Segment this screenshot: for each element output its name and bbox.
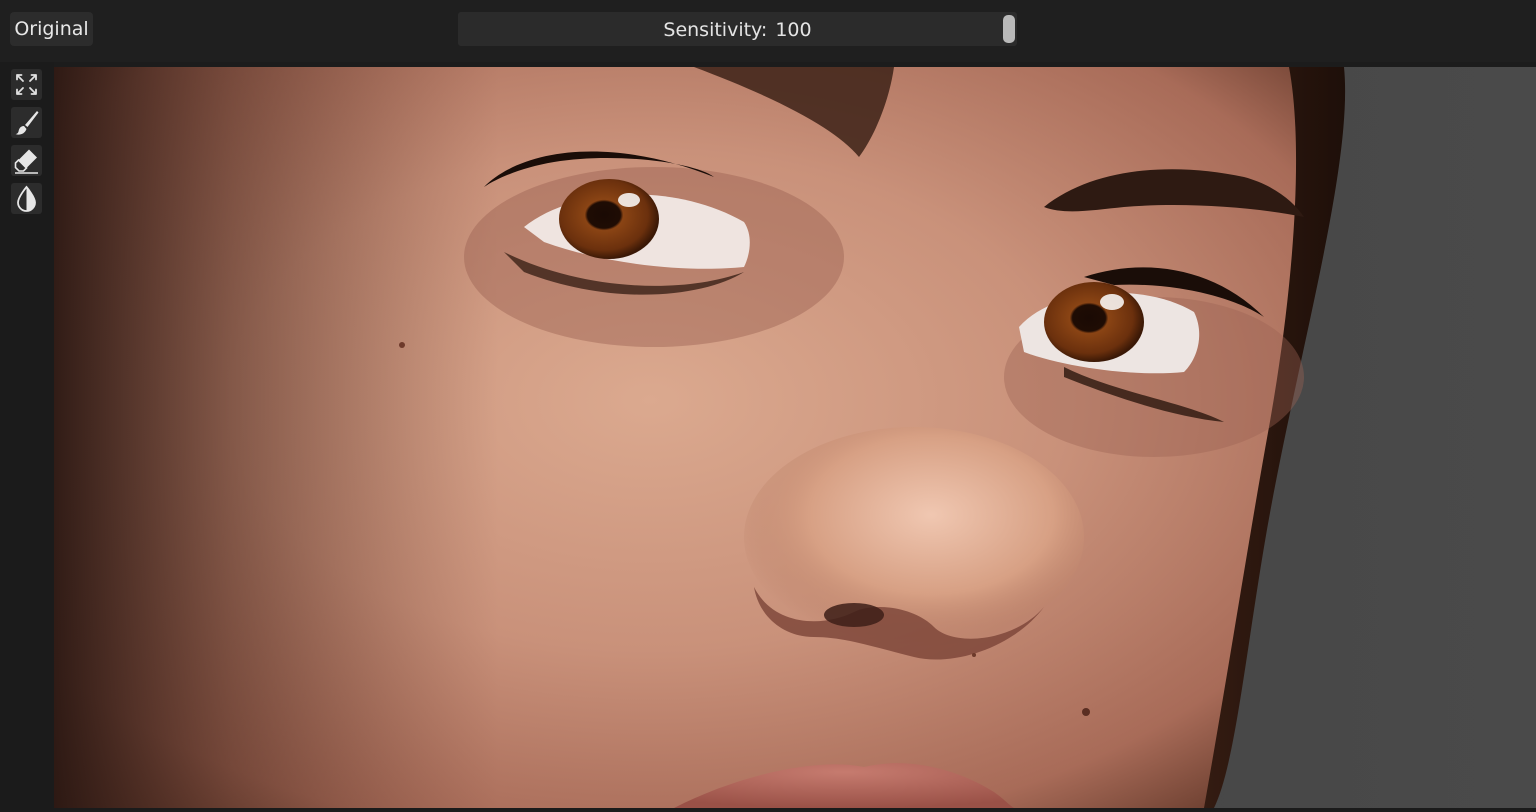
canvas-bottom-border — [54, 808, 1536, 812]
fit-to-screen-button[interactable] — [11, 69, 42, 100]
sensitivity-value: 100 — [775, 19, 812, 41]
opacity-button[interactable] — [11, 183, 42, 214]
tool-sidebar — [0, 62, 54, 812]
original-button[interactable]: Original — [10, 12, 93, 46]
portrait-photo — [54, 67, 1536, 808]
image-canvas[interactable] — [54, 67, 1536, 808]
slider-handle[interactable] — [1002, 15, 1015, 43]
sensitivity-label: Sensitivity: 100 — [458, 12, 1017, 46]
eraser-icon — [14, 149, 38, 174]
fit-to-screen-icon — [16, 74, 37, 95]
opacity-contrast-icon — [17, 185, 36, 212]
sensitivity-slider[interactable]: Sensitivity: 100 — [458, 12, 1017, 46]
brush-icon — [15, 111, 39, 135]
brush-button[interactable] — [11, 107, 42, 138]
sensitivity-label-text: Sensitivity: — [663, 19, 768, 41]
top-bar: Original Sensitivity: 100 — [0, 0, 1536, 62]
eraser-button[interactable] — [11, 145, 42, 176]
